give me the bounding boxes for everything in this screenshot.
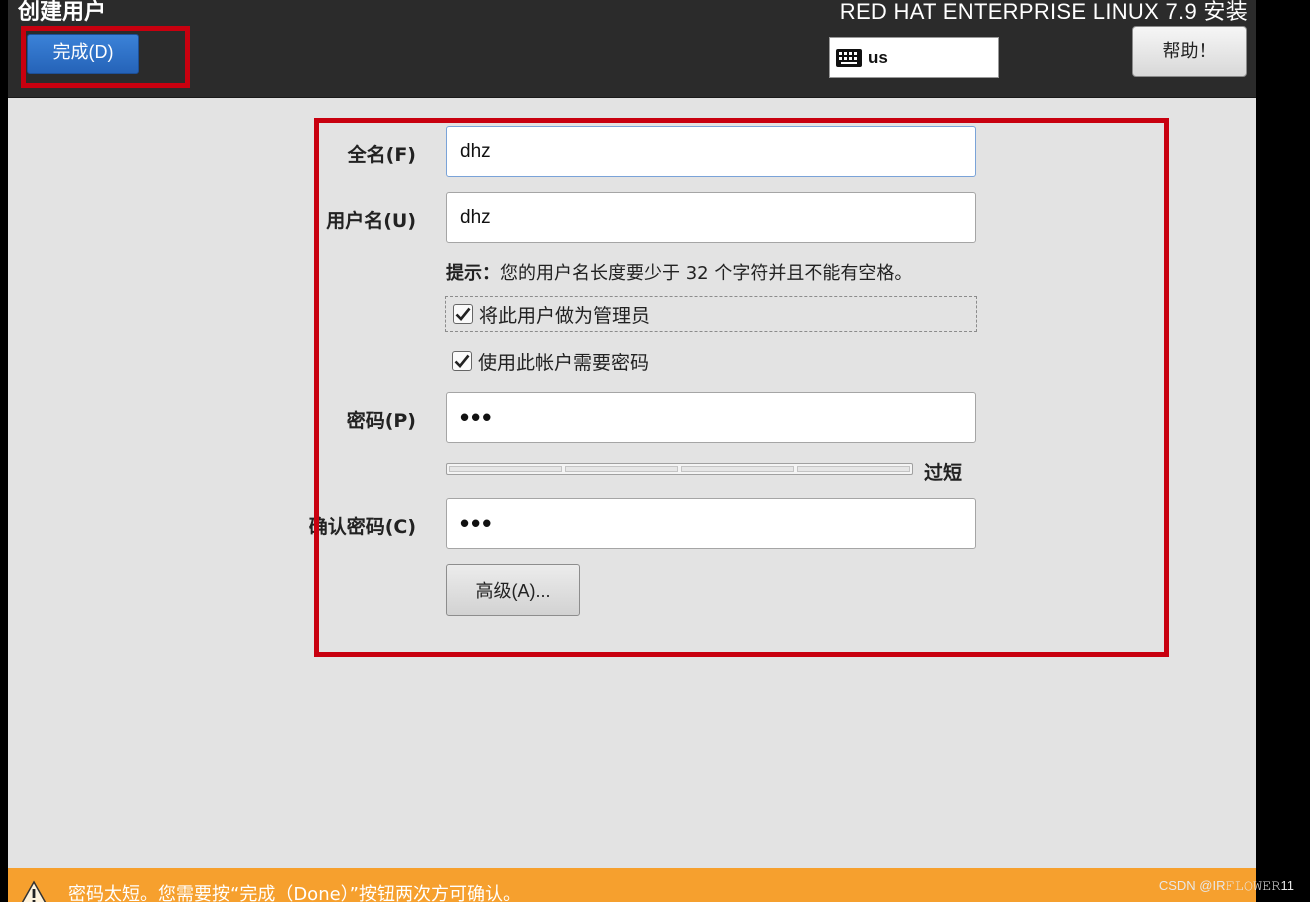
strength-segment xyxy=(449,466,562,472)
password-strength-bar xyxy=(446,463,913,475)
require-password-row[interactable]: 使用此帐户需要密码 xyxy=(445,343,649,379)
username-value: dhz xyxy=(460,206,491,228)
strength-segment xyxy=(797,466,910,472)
header-bar: 创建用户 完成(D) RED HAT ENTERPRISE LINUX 7.9 … xyxy=(8,0,1256,98)
fullname-label: 全名(F) xyxy=(347,144,416,166)
done-button[interactable]: 完成(D) xyxy=(27,34,139,74)
confirm-password-field[interactable]: ••• xyxy=(446,498,976,549)
fullname-field[interactable]: dhz xyxy=(446,126,976,177)
password-field[interactable]: ••• xyxy=(446,392,976,443)
admin-checkbox[interactable] xyxy=(453,304,473,324)
username-field[interactable]: dhz xyxy=(446,192,976,243)
product-title: RED HAT ENTERPRISE LINUX 7.9 安装 xyxy=(839,0,1248,24)
watermark: CSDN @IR𝙵𝙻𝙾𝚆𝙴𝚁11 xyxy=(1158,878,1294,893)
checkmark-icon xyxy=(454,354,470,368)
confirm-password-value: ••• xyxy=(460,508,494,538)
advanced-button[interactable]: 高级(A)... xyxy=(446,564,580,616)
keyboard-icon xyxy=(836,48,862,67)
password-label: 密码(P) xyxy=(346,410,416,432)
hint-text: 您的用户名长度要少于 32 个字符并且不能有空格。 xyxy=(500,263,913,284)
help-button[interactable]: 帮助！ xyxy=(1132,26,1247,77)
admin-checkbox-row[interactable]: 将此用户做为管理员 xyxy=(445,296,977,332)
page-title: 创建用户 xyxy=(18,0,107,25)
fullname-value: dhz xyxy=(460,140,491,162)
confirm-password-label: 确认密码(C) xyxy=(308,516,416,538)
warning-bar: 密码太短。您需要按“完成（Done）”按钮两次方可确认。 xyxy=(8,868,1256,902)
keyboard-layout-indicator[interactable]: us xyxy=(829,37,999,78)
password-strength-label: 过短 xyxy=(924,462,963,484)
hint-prefix: 提示： xyxy=(446,263,500,284)
keyboard-layout-label: us xyxy=(868,47,888,67)
password-value: ••• xyxy=(460,402,494,432)
strength-segment xyxy=(681,466,794,472)
require-password-label: 使用此帐户需要密码 xyxy=(478,351,650,374)
username-hint: 提示：您的用户名长度要少于 32 个字符并且不能有空格。 xyxy=(446,259,912,285)
admin-checkbox-label: 将此用户做为管理员 xyxy=(479,304,651,327)
strength-segment xyxy=(565,466,678,472)
warning-icon xyxy=(21,880,47,902)
warning-text: 密码太短。您需要按“完成（Done）”按钮两次方可确认。 xyxy=(68,884,522,902)
require-password-checkbox[interactable] xyxy=(452,351,472,371)
username-label: 用户名(U) xyxy=(326,210,416,232)
checkmark-icon xyxy=(455,307,471,321)
installer-screen: 创建用户 完成(D) RED HAT ENTERPRISE LINUX 7.9 … xyxy=(8,0,1256,902)
